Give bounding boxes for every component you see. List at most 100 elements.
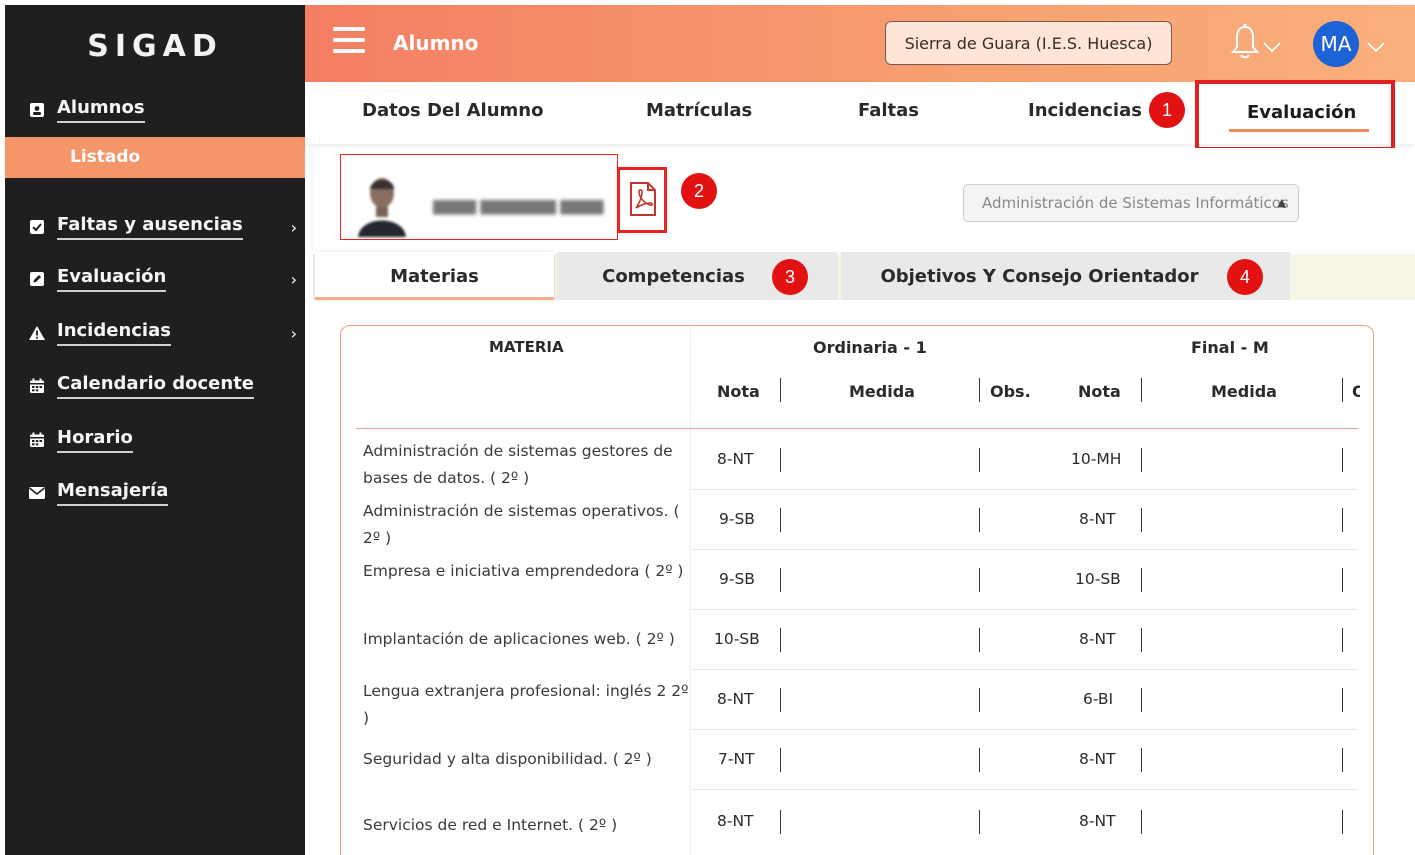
hamburger-menu-icon[interactable] <box>333 27 365 55</box>
column-separator <box>1141 378 1142 402</box>
column-separator <box>1141 748 1142 772</box>
sidebar-item-label: Calendario docente <box>57 373 255 399</box>
table-row[interactable]: Servicios de red e Internet. ( 2º ) 8-NT… <box>356 790 1358 850</box>
chevron-right-icon: › <box>290 324 297 343</box>
student-name-redacted: ▇▇▇▇ ▇▇▇▇▇▇▇ ▇▇▇▇ <box>433 199 604 215</box>
sidebar-subitem-listado[interactable]: Listado <box>5 137 305 178</box>
tab-evaluacion[interactable]: Evaluación <box>1195 80 1395 151</box>
chevron-right-icon: › <box>290 270 297 289</box>
sidebar-item-mensajeria[interactable]: Mensajería <box>5 478 305 508</box>
column-separator <box>1141 628 1142 652</box>
column-separator <box>1141 568 1142 592</box>
column-separator <box>979 508 980 532</box>
column-separator <box>979 568 980 592</box>
final-nota-cell: 8-NT <box>1079 630 1116 648</box>
student-info: ▇▇▇▇ ▇▇▇▇▇▇▇ ▇▇▇▇ <box>340 154 618 240</box>
materia-cell: Administración de sistemas gestores de b… <box>363 442 673 487</box>
sidebar-item-calendario-docente[interactable]: Calendario docente <box>5 371 305 401</box>
callout-badge-3: 3 <box>772 259 808 295</box>
subtab-label: Materias <box>390 265 479 287</box>
pdf-export-button[interactable] <box>617 167 667 233</box>
ciclo-select[interactable]: Administración de Sistemas Informáticos … <box>963 184 1299 222</box>
ciclo-select-value: Administración de Sistemas Informáticos <box>982 194 1289 212</box>
edit-icon <box>27 270 47 288</box>
column-separator <box>1141 448 1142 472</box>
avatar[interactable]: MA <box>1313 21 1359 67</box>
select-caret-icon: ▲ <box>1277 196 1286 209</box>
column-header-nota: Nota <box>1078 382 1121 401</box>
table-row[interactable]: Implantación de aplicaciones web. ( 2º )… <box>356 610 1358 670</box>
column-separator <box>1342 378 1343 402</box>
sidebar-item-incidencias[interactable]: Incidencias › <box>5 318 305 348</box>
column-group-final: Final - M <box>1191 338 1269 357</box>
grades-table: MATERIA Ordinaria - 1 Final - M Nota Med… <box>340 325 1374 855</box>
bell-icon[interactable] <box>1230 23 1260 63</box>
sidebar-item-label: Alumnos <box>57 97 145 123</box>
column-separator <box>1342 748 1343 772</box>
table-row[interactable]: Lengua extranjera profesional: inglés 2 … <box>356 670 1358 730</box>
ordinaria-nota-cell: 8-NT <box>717 450 754 468</box>
chevron-down-icon[interactable] <box>1367 37 1385 56</box>
column-separator <box>1342 628 1343 652</box>
tab-incidencias[interactable]: Incidencias <box>1028 100 1142 121</box>
callout-badge-2: 2 <box>681 173 717 209</box>
sidebar-item-evaluacion[interactable]: Evaluación › <box>5 264 305 294</box>
column-header-materia: MATERIA <box>489 338 564 356</box>
active-tab-underline <box>1229 129 1369 132</box>
sidebar-item-label: Mensajería <box>57 480 169 506</box>
subtab-label: Objetivos Y Consejo Orientador <box>880 265 1199 287</box>
ordinaria-nota-cell: 7-NT <box>718 750 755 768</box>
column-separator <box>979 378 980 402</box>
column-header-medida: Medida <box>1211 382 1277 401</box>
column-separator <box>979 748 980 772</box>
final-nota-cell: 8-NT <box>1079 510 1116 528</box>
column-separator <box>1342 568 1343 592</box>
column-separator <box>979 628 980 652</box>
app-logo[interactable]: SIGAD <box>5 5 305 87</box>
column-separator <box>780 810 781 834</box>
callout-badge-1: 1 <box>1149 92 1185 128</box>
sidebar-item-alumnos[interactable]: Alumnos <box>5 95 305 125</box>
table-row[interactable]: Administración de sistemas gestores de b… <box>356 430 1358 490</box>
materia-cell: Implantación de aplicaciones web. ( 2º ) <box>363 630 675 648</box>
sidebar-item-horario[interactable]: Horario <box>5 425 305 455</box>
student-photo <box>354 171 410 237</box>
center-selector-button[interactable]: Sierra de Guara (I.E.S. Huesca) <box>885 21 1172 65</box>
tab-faltas[interactable]: Faltas <box>858 100 919 121</box>
table-row[interactable]: Empresa e iniciativa emprendedora ( 2º )… <box>356 550 1358 610</box>
subtab-objetivos[interactable]: Objetivos Y Consejo Orientador <box>841 252 1290 300</box>
sidebar-item-label: Evaluación <box>57 266 167 292</box>
column-separator <box>780 378 781 402</box>
column-header-obs: Obs. <box>990 382 1031 401</box>
column-separator <box>780 628 781 652</box>
column-separator <box>1141 508 1142 532</box>
column-separator <box>1342 810 1343 834</box>
page-title: Alumno <box>393 31 479 55</box>
subtab-label: Competencias <box>602 265 745 287</box>
tab-datos-del-alumno[interactable]: Datos Del Alumno <box>362 100 543 121</box>
column-group-ordinaria: Ordinaria - 1 <box>813 338 927 357</box>
chevron-down-icon[interactable] <box>1263 37 1281 56</box>
ordinaria-nota-cell: 8-NT <box>717 812 754 830</box>
column-separator <box>780 748 781 772</box>
top-header: Alumno Sierra de Guara (I.E.S. Huesca) M… <box>305 5 1415 82</box>
column-separator <box>1342 508 1343 532</box>
final-nota-cell: 8-NT <box>1079 750 1116 768</box>
materia-cell: Lengua extranjera profesional: inglés 2 … <box>363 682 689 727</box>
subtab-materias[interactable]: Materias <box>315 252 554 300</box>
final-nota-cell: 10-SB <box>1075 570 1121 588</box>
pdf-icon <box>630 182 656 220</box>
table-row[interactable]: Seguridad y alta disponibilidad. ( 2º ) … <box>356 730 1358 790</box>
calendar-icon <box>27 431 47 449</box>
tab-matriculas[interactable]: Matrículas <box>646 100 752 121</box>
column-separator <box>979 448 980 472</box>
ordinaria-nota-cell: 9-SB <box>719 570 755 588</box>
sidebar-item-label: Horario <box>57 427 133 453</box>
sidebar-item-faltas[interactable]: Faltas y ausencias › <box>5 212 305 242</box>
column-header-medida: Medida <box>849 382 915 401</box>
column-separator <box>1141 688 1142 712</box>
materia-cell: Servicios de red e Internet. ( 2º ) <box>363 816 618 834</box>
calendar-icon <box>27 377 47 395</box>
column-separator <box>1342 448 1343 472</box>
table-row[interactable]: Administración de sistemas operativos. (… <box>356 490 1358 550</box>
